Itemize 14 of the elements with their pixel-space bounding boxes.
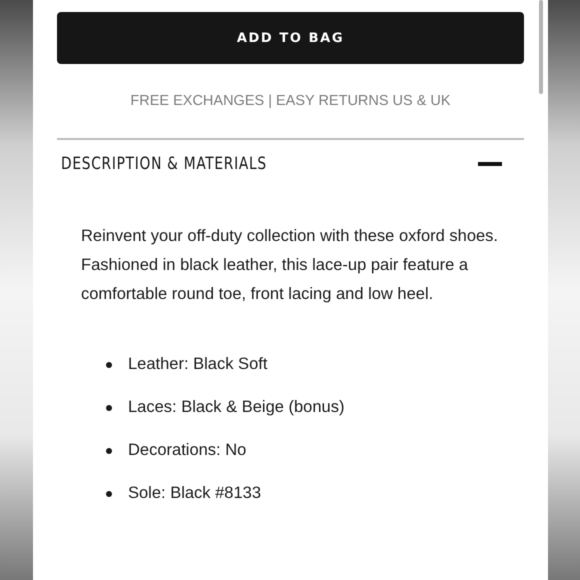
scrollbar[interactable] <box>539 0 543 94</box>
detail-text: Laces: Black & Beige (bonus) <box>128 398 344 417</box>
minus-icon[interactable] <box>478 162 502 166</box>
detail-text: Leather: Black Soft <box>128 355 268 374</box>
bullet-icon <box>106 362 112 368</box>
bullet-icon <box>106 448 112 454</box>
shipping-note: FREE EXCHANGES | EASY RETURNS US & UK <box>129 93 452 109</box>
detail-text: Sole: Black #8133 <box>128 484 262 503</box>
detail-text: Decorations: No <box>128 441 246 460</box>
add-to-bag-button[interactable]: ADD TO BAG <box>57 12 524 64</box>
bullet-icon <box>106 490 112 496</box>
description-text: Reinvent your off-duty collection with these oxford shoes. Fashioned in black leather, this lace-up pair feature a comfortable round toe, front lacing and low heel. <box>81 226 500 305</box>
accordion-title[interactable]: DESCRIPTION & MATERIALS <box>61 154 267 174</box>
bullet-icon <box>106 404 112 410</box>
